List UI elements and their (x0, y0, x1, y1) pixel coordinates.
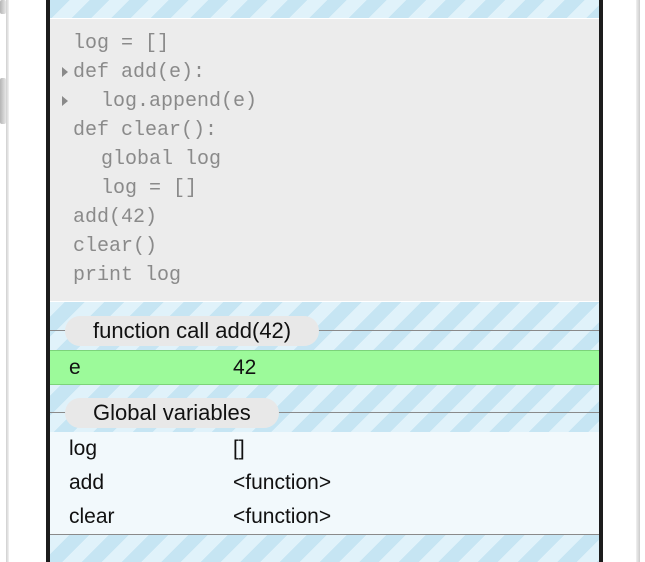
variable-value: [] (233, 437, 245, 460)
variable-name: clear (69, 505, 115, 528)
code-line-text: log.append(e) (101, 90, 258, 113)
code-line-text: def clear(): (73, 119, 218, 142)
code-line-text: print log (73, 264, 182, 287)
code-line-9[interactable]: print log (50, 261, 181, 290)
variable-value: 42 (233, 356, 257, 379)
call-frame-header: function call add(42) (50, 304, 599, 346)
device-frame: log = [] def add(e): log.append(e) def c… (0, 0, 645, 562)
variable-value: <function> (233, 471, 332, 494)
code-line-text: log = [] (73, 32, 170, 55)
global-frame-title: Global variables (65, 398, 279, 428)
global-variable-row[interactable]: log [] (50, 432, 599, 466)
code-line-text: clear() (73, 235, 158, 258)
global-frame-header: Global variables (50, 386, 599, 428)
code-line-text: def add(e): (73, 61, 206, 84)
code-line-2[interactable]: def add(e): (50, 58, 205, 87)
device-edge-right (636, 0, 640, 562)
fold-arrow-icon[interactable] (62, 67, 68, 77)
global-variable-row[interactable]: clear <function> (50, 500, 599, 534)
variable-value: <function> (233, 505, 332, 528)
code-line-3[interactable]: log.append(e) (50, 87, 257, 116)
variable-name: log (69, 437, 98, 460)
call-frame-variable-row[interactable]: e 42 (50, 350, 599, 385)
global-variable-row[interactable]: add <function> (50, 466, 599, 500)
code-line-7[interactable]: add(42) (50, 203, 157, 232)
variable-name: add (69, 471, 105, 494)
code-line-text: log = [] (101, 177, 198, 200)
device-edge-left (6, 0, 9, 562)
fold-arrow-icon[interactable] (62, 96, 68, 106)
code-line-4[interactable]: def clear(): (50, 116, 217, 145)
global-variables-list: log [] add <function> clear <function> (50, 432, 599, 535)
variable-name: e (69, 356, 81, 379)
code-line-text: add(42) (73, 206, 158, 229)
code-line-1[interactable]: log = [] (50, 29, 169, 58)
code-line-6[interactable]: log = [] (50, 174, 197, 203)
code-editor[interactable]: log = [] def add(e): log.append(e) def c… (50, 18, 599, 302)
code-line-5[interactable]: global log (50, 145, 221, 174)
code-line-text: global log (101, 148, 222, 171)
device-bezel-right (599, 0, 603, 562)
app-screen: log = [] def add(e): log.append(e) def c… (50, 0, 599, 562)
call-frame-title: function call add(42) (65, 316, 320, 346)
code-line-8[interactable]: clear() (50, 232, 157, 261)
